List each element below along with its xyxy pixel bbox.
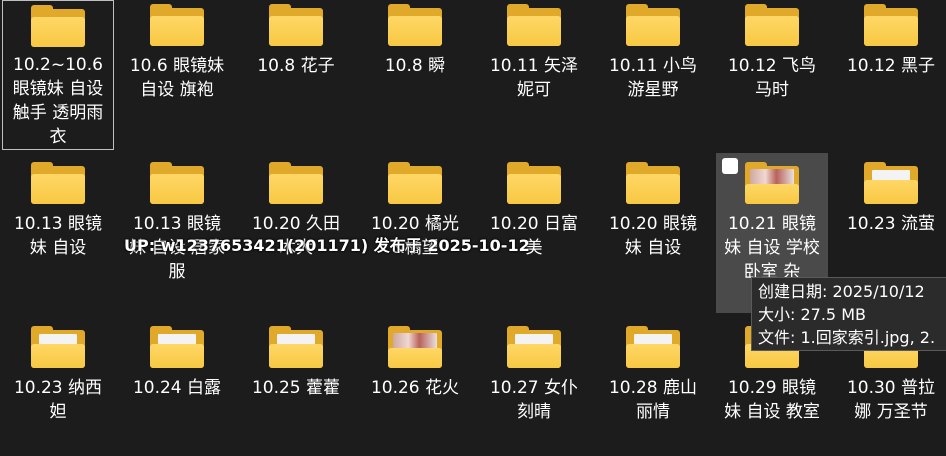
folder-grid: 10.2~10.6 眼镜妹 自设 触手 透明雨衣 10.6 眼镜妹 自设 旗袍 … (0, 0, 946, 456)
folder-label: 10.11 矢泽妮可 (489, 56, 579, 100)
folder-with-file-icon (864, 162, 918, 204)
folder-item[interactable]: 10.26 花火 (359, 322, 471, 452)
folder-label: 10.23 纳西妲 (13, 378, 103, 422)
folder-item[interactable]: 10.2~10.6 眼镜妹 自设 触手 透明雨衣 (2, 0, 114, 150)
folder-label: 10.27 女仆 刻晴 (489, 378, 579, 422)
folder-with-file-icon (507, 326, 561, 368)
folder-icon (150, 162, 204, 204)
folder-with-file-icon (269, 326, 323, 368)
folder-label: 10.8 瞬 (384, 56, 446, 76)
folder-item[interactable]: 10.8 花子 (240, 0, 352, 150)
folder-icon (269, 4, 323, 46)
folder-info-tooltip: 创建日期: 2025/10/12 大小: 27.5 MB 文件: 1.回家索引.… (751, 277, 946, 351)
tooltip-files: 文件: 1.回家索引.jpg, 2. (758, 328, 936, 347)
folder-label: 10.29 眼镜妹 自设 教室 (724, 378, 820, 422)
folder-item[interactable]: 10.23 纳西妲 (2, 322, 114, 452)
folder-item[interactable]: 10.25 藿藿 (240, 322, 352, 452)
folder-icon (626, 4, 680, 46)
folder-label: 10.26 花火 (370, 378, 460, 398)
folder-label: 10.30 普拉娜 万圣节 (846, 378, 936, 422)
folder-label: 10.23 流萤 (846, 214, 936, 234)
folder-icon (745, 4, 799, 46)
tooltip-created-date: 创建日期: 2025/10/12 (758, 282, 925, 301)
folder-icon (507, 4, 561, 46)
folder-icon (31, 162, 85, 204)
folder-icon (626, 162, 680, 204)
folder-item[interactable]: 10.13 眼镜妹 自设 (2, 158, 114, 308)
folder-label: 10.11 小鸟游星野 (608, 56, 698, 100)
folder-with-file-icon (150, 326, 204, 368)
folder-item[interactable]: 10.6 眼镜妹 自设 旗袍 (121, 0, 233, 150)
folder-label: 10.12 飞鸟马时 (727, 56, 817, 100)
folder-label: 10.20 眼镜妹 自设 (608, 214, 698, 258)
select-checkbox[interactable] (722, 158, 738, 174)
folder-item[interactable]: 10.24 白露 (121, 322, 233, 452)
folder-icon (31, 5, 85, 47)
folder-thumbnail-icon (388, 326, 442, 368)
folder-with-file-icon (626, 326, 680, 368)
tooltip-size: 大小: 27.5 MB (758, 305, 866, 324)
folder-icon (864, 4, 918, 46)
folder-label: 10.13 眼镜妹 自设 (13, 214, 103, 258)
folder-label: 10.28 鹿山丽情 (608, 378, 698, 422)
folder-label: 10.6 眼镜妹 自设 旗袍 (129, 56, 225, 100)
folder-item[interactable]: 10.12 黑子 (835, 0, 946, 150)
folder-icon (388, 4, 442, 46)
folder-label: 10.8 花子 (257, 56, 335, 76)
folder-label: 10.25 藿藿 (251, 378, 341, 398)
folder-icon (388, 162, 442, 204)
uploader-watermark: UP: w1237653421(201171) 发布于 2025-10-12 (124, 236, 530, 255)
folder-label: 10.12 黑子 (846, 56, 936, 76)
folder-item[interactable]: 10.12 飞鸟马时 (716, 0, 828, 150)
folder-icon (150, 4, 204, 46)
folder-item[interactable]: 10.27 女仆 刻晴 (478, 322, 590, 452)
folder-with-file-icon (31, 326, 85, 368)
folder-label: 10.21 眼镜妹 自设 学校 卧室 杂 (724, 214, 820, 282)
folder-icon (269, 162, 323, 204)
folder-item[interactable]: 10.11 小鸟游星野 (597, 0, 709, 150)
folder-label: 10.2~10.6 眼镜妹 自设 触手 透明雨衣 (12, 55, 104, 147)
folder-item[interactable]: 10.20 眼镜妹 自设 (597, 158, 709, 308)
folder-item[interactable]: 10.8 瞬 (359, 0, 471, 150)
folder-label: 10.24 白露 (132, 378, 222, 398)
folder-thumbnail-icon (745, 162, 799, 204)
folder-item[interactable]: 10.28 鹿山丽情 (597, 322, 709, 452)
folder-item[interactable]: 10.11 矢泽妮可 (478, 0, 590, 150)
folder-icon (507, 162, 561, 204)
